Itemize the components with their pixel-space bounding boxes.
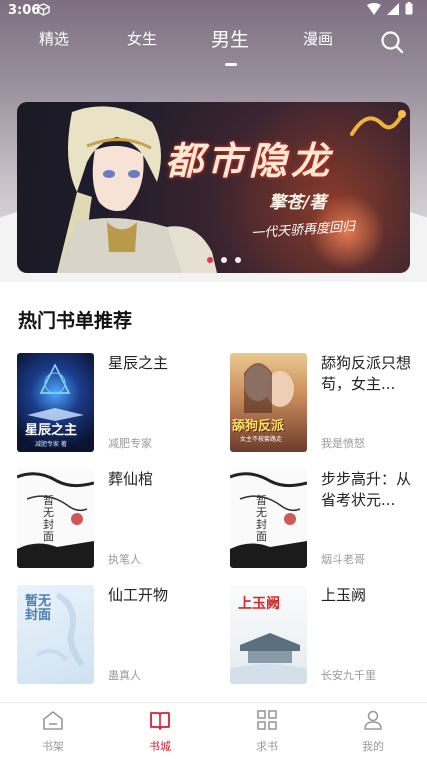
book-author: 执笔人 bbox=[108, 553, 141, 566]
search-icon[interactable] bbox=[380, 30, 404, 54]
nav-label: 书城 bbox=[149, 740, 171, 753]
book-title: 仙工开物 bbox=[108, 586, 169, 604]
book-title: 舔狗反派只想苟，女主... bbox=[321, 354, 412, 393]
dragon-icon bbox=[350, 110, 406, 136]
tab-male[interactable]: 男生 bbox=[211, 25, 249, 52]
bottom-nav: 书架 书城 求书 我的 bbox=[0, 702, 427, 759]
nav-label: 书架 bbox=[42, 740, 64, 753]
book-author: 我是愤怒 bbox=[321, 437, 365, 450]
grid-icon bbox=[256, 709, 278, 731]
book-author: 长安九千里 bbox=[321, 669, 376, 682]
book-cover: 舔狗反派 女主不按套路走 bbox=[230, 353, 307, 452]
tab-comics[interactable]: 漫画 bbox=[303, 28, 333, 49]
banner-title: 都市隐龙 bbox=[165, 138, 334, 183]
banner-pagination bbox=[207, 257, 241, 263]
nav-label: 我的 bbox=[362, 740, 384, 753]
book-title: 星辰之主 bbox=[108, 354, 169, 372]
book-card[interactable]: 暂无封面 仙工开物 蛊真人 bbox=[17, 585, 217, 687]
cover-placeholder-text: 暂无封面 bbox=[43, 494, 54, 543]
book-card[interactable]: 暂无封面 葬仙棺 执笔人 bbox=[17, 469, 217, 571]
book-cover: 暂无封面 bbox=[17, 585, 94, 684]
hot-booklist-section: 热门书单推荐 星辰之主 减肥专家 著 星辰之主 减肥专家 舔狗反派 女主不按套路… bbox=[0, 282, 427, 702]
cover-placeholder-text: 暂无封面 bbox=[256, 494, 267, 543]
book-title: 上玉阙 bbox=[321, 586, 367, 604]
book-cover: 上玉阙 bbox=[230, 585, 307, 684]
book-card[interactable]: 上玉阙 上玉阙 长安九千里 bbox=[230, 585, 427, 687]
pagination-dot[interactable] bbox=[207, 257, 213, 263]
book-cover: 暂无封面 bbox=[230, 469, 307, 568]
banner-character-illustration bbox=[17, 102, 217, 273]
book-author: 减肥专家 bbox=[108, 437, 152, 450]
cover-title: 舔狗反派 bbox=[232, 419, 285, 434]
wifi-icon bbox=[367, 2, 381, 19]
cover-subtitle: 女主不按套路走 bbox=[240, 436, 283, 443]
book-author: 蛊真人 bbox=[108, 669, 141, 682]
cover-title: 星辰之主 bbox=[25, 423, 78, 438]
cover-title: 上玉阙 bbox=[238, 596, 280, 612]
status-bar: 3:06 bbox=[0, 0, 427, 22]
book-cover: 暂无封面 bbox=[17, 469, 94, 568]
nav-bookshelf[interactable]: 书架 bbox=[18, 703, 88, 759]
pagination-dot[interactable] bbox=[235, 257, 241, 263]
section-title: 热门书单推荐 bbox=[18, 310, 133, 332]
cover-subtitle: 减肥专家 著 bbox=[35, 441, 67, 448]
book-title: 步步高升：从省考状元... bbox=[321, 470, 412, 509]
top-nav: 精选 女生 男生 漫画 bbox=[0, 28, 427, 68]
nav-label: 求书 bbox=[256, 740, 278, 753]
cube-icon bbox=[37, 3, 50, 20]
tab-female[interactable]: 女生 bbox=[127, 28, 157, 49]
signal-icon bbox=[387, 2, 399, 19]
book-card[interactable]: 暂无封面 步步高升：从省考状元... 烟斗老哥 bbox=[230, 469, 427, 571]
user-icon bbox=[362, 709, 384, 731]
pagination-dot[interactable] bbox=[221, 257, 227, 263]
status-time: 3:06 bbox=[8, 3, 41, 18]
book-card[interactable]: 星辰之主 减肥专家 著 星辰之主 减肥专家 bbox=[17, 353, 217, 455]
book-card[interactable]: 舔狗反派 女主不按套路走 舔狗反派只想苟，女主... 我是愤怒 bbox=[230, 353, 427, 455]
banner-author: 擎苍/著 bbox=[269, 193, 327, 213]
tab-active-indicator bbox=[225, 63, 237, 66]
book-open-icon bbox=[149, 709, 171, 731]
battery-icon bbox=[405, 2, 413, 19]
book-title: 葬仙棺 bbox=[108, 470, 154, 488]
tab-featured[interactable]: 精选 bbox=[39, 28, 69, 49]
nav-profile[interactable]: 我的 bbox=[338, 703, 408, 759]
nav-bookstore[interactable]: 书城 bbox=[125, 703, 195, 759]
promo-banner[interactable]: 都市隐龙 擎苍/著 一代天骄再度回归 bbox=[17, 102, 410, 273]
cover-placeholder-text: 暂无封面 bbox=[25, 594, 52, 623]
nav-request[interactable]: 求书 bbox=[232, 703, 302, 759]
book-cover: 星辰之主 减肥专家 著 bbox=[17, 353, 94, 452]
book-author: 烟斗老哥 bbox=[321, 553, 365, 566]
bookshelf-icon bbox=[42, 709, 64, 731]
